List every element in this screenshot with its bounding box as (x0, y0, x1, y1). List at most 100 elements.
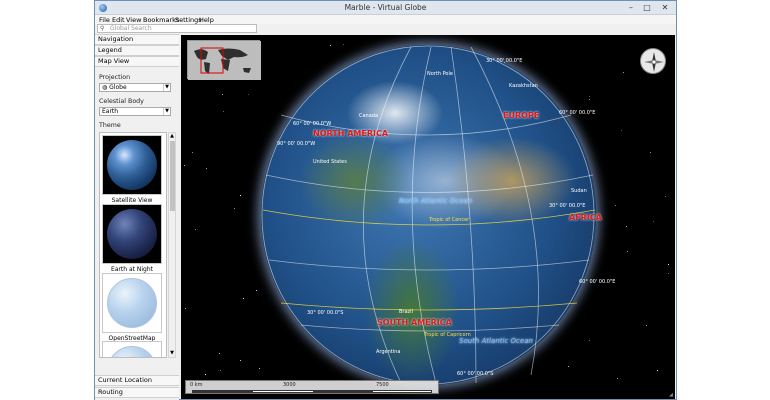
theme-name: Earth at Night (110, 266, 154, 273)
theme-earth-at-night[interactable]: Earth at Night (102, 204, 162, 273)
label-south-america: SOUTH AMERICA (377, 318, 452, 327)
coord-label: 60° 00' 00.0"E (579, 279, 616, 285)
compass-icon[interactable] (640, 48, 666, 74)
label-tropic-of-capricorn: Tropic of Capricorn (424, 332, 471, 338)
marble-window: Marble - Virtual Globe – □ ✕ File Edit V… (94, 0, 677, 400)
star (206, 168, 207, 169)
section-current-location[interactable]: Current Location (95, 375, 179, 386)
celestial-body-select[interactable]: Earth ▼ (99, 107, 171, 116)
star (185, 308, 186, 309)
theme-thumbnail (102, 273, 162, 333)
label-north-america: NORTH AMERICA (313, 129, 389, 138)
star (627, 251, 628, 252)
coord-label: 60° 00' 00.0"S (457, 371, 494, 377)
theme-openstreetmap[interactable]: OpenStreetMap (102, 273, 162, 342)
scrollbar-thumb[interactable] (170, 141, 175, 211)
star (243, 298, 244, 299)
theme-satellite-view[interactable]: Satellite View (102, 135, 162, 204)
star (205, 374, 206, 375)
label-tropic-of-cancer: Tropic of Cancer (429, 217, 470, 223)
theme-partial[interactable] (102, 341, 162, 357)
star (259, 368, 260, 369)
theme-label: Theme (99, 122, 121, 129)
scale-label: 7500 (376, 382, 389, 388)
scroll-down-icon[interactable]: ▼ (169, 350, 175, 357)
menu-help[interactable]: Help (199, 16, 214, 24)
star (219, 353, 220, 354)
side-panel: Navigation Legend Map View Projection ◍ … (95, 34, 179, 400)
star (248, 94, 249, 95)
minimize-button[interactable]: – (625, 3, 637, 13)
window-title: Marble - Virtual Globe (344, 3, 427, 12)
scale-bar: 0 km 3000 7500 (185, 380, 439, 394)
coord-label: 30° 00' 00.0"E (549, 203, 586, 209)
star (195, 229, 196, 230)
projection-select[interactable]: ◍ Globe ▼ (99, 83, 171, 92)
theme-thumbnail (102, 135, 162, 195)
chevron-down-icon: ▼ (163, 108, 170, 115)
coord-label: 90° 00' 00.0"W (277, 141, 316, 147)
star (234, 208, 235, 209)
section-legend[interactable]: Legend (95, 45, 179, 56)
menu-bar: File Edit View Bookmarks Settings Help (95, 15, 676, 24)
label-brazil: Brazil (399, 309, 413, 315)
theme-thumbnail (102, 204, 162, 264)
label-africa: AFRICA (569, 213, 602, 222)
star (240, 360, 241, 361)
label-north-atlantic-ocean: North Atlantic Ocean (399, 197, 473, 205)
menu-settings[interactable]: Settings (175, 16, 202, 24)
star (668, 264, 669, 265)
menu-view[interactable]: View (126, 16, 141, 24)
star (240, 195, 241, 196)
label-north-pole: North Pole (427, 71, 453, 77)
scale-label: 0 km (190, 382, 203, 388)
search-input[interactable]: ⚲ Global Search (97, 24, 257, 33)
section-navigation[interactable]: Navigation (95, 34, 179, 45)
label-united-states: United States (313, 159, 347, 165)
star (223, 111, 224, 112)
close-button[interactable]: ✕ (659, 3, 671, 13)
search-icon: ⚲ (100, 25, 105, 32)
theme-list[interactable]: Satellite View Earth at Night OpenStreet… (99, 132, 167, 358)
star (222, 94, 223, 95)
label-canada: Canada (359, 113, 379, 119)
menu-bookmarks[interactable]: Bookmarks (143, 16, 179, 24)
star (615, 205, 616, 206)
celestial-body-value: Earth (102, 108, 119, 115)
star (623, 72, 624, 73)
theme-thumbnail (102, 341, 162, 357)
star (646, 325, 647, 326)
coord-label: 30° 00' 00.0"S (307, 310, 344, 316)
overview-map[interactable] (187, 40, 261, 80)
label-europe: EUROPE (503, 111, 540, 120)
section-routing[interactable]: Routing (95, 387, 179, 398)
maximize-button[interactable]: □ (641, 3, 653, 13)
star (626, 226, 627, 227)
theme-scrollbar[interactable]: ▲ ▼ (168, 132, 176, 358)
star (668, 273, 669, 274)
coord-label: 30° 00' 00.0"E (486, 58, 523, 64)
star (665, 196, 666, 197)
star (184, 165, 185, 166)
chevron-down-icon: ▼ (163, 84, 170, 91)
star (617, 378, 618, 379)
menu-file[interactable]: File (99, 16, 110, 24)
label-argentina: Argentina (376, 349, 401, 355)
star (657, 370, 658, 371)
section-map-view[interactable]: Map View (95, 56, 179, 67)
search-placeholder: Global Search (110, 25, 152, 32)
title-bar[interactable]: Marble - Virtual Globe – □ ✕ (95, 1, 676, 15)
scroll-up-icon[interactable]: ▲ (169, 133, 175, 140)
coord-label: 60° 00' 00.0"W (293, 121, 332, 127)
scale-ruler (192, 390, 432, 393)
menu-edit[interactable]: Edit (112, 16, 125, 24)
label-kazakhstan: Kazakhstan (509, 83, 538, 89)
celestial-body-label: Celestial Body (99, 98, 144, 105)
theme-name: Satellite View (111, 197, 153, 204)
map-view[interactable]: NORTH AMERICA EUROPE AFRICA SOUTH AMERIC… (181, 35, 675, 399)
label-sudan: Sudan (571, 188, 587, 194)
resize-grip-icon[interactable]: ◢ (669, 392, 675, 398)
label-south-atlantic-ocean: South Atlantic Ocean (459, 337, 533, 345)
star (256, 290, 257, 291)
projection-value: Globe (109, 84, 127, 91)
